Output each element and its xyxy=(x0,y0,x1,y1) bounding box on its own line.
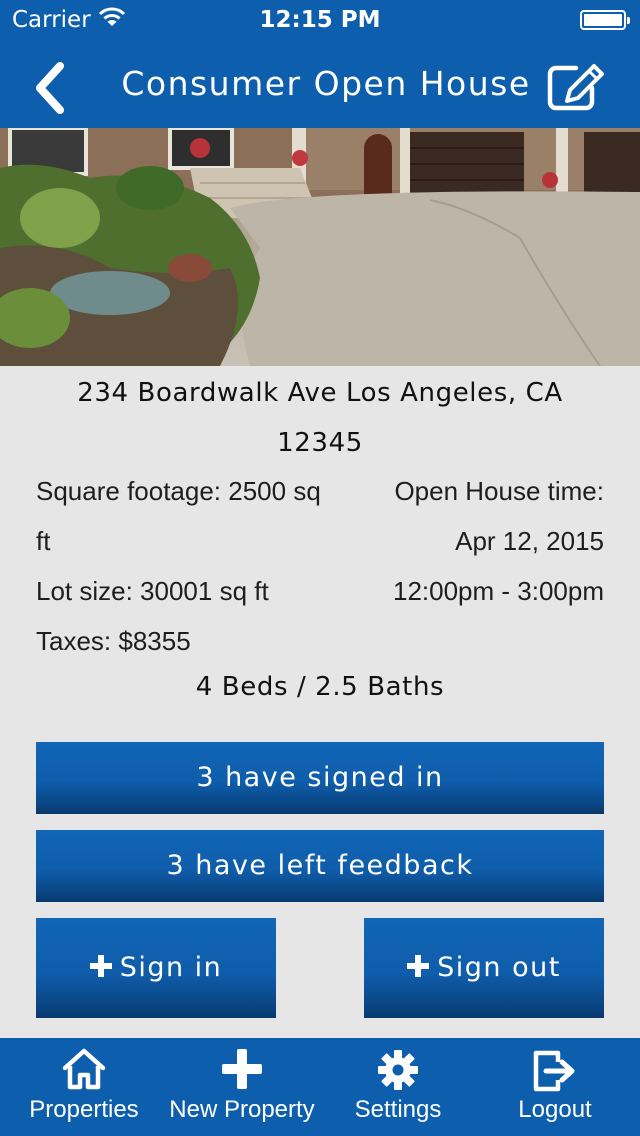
page-title: Consumer Open House xyxy=(121,64,531,103)
edit-button[interactable] xyxy=(546,62,608,112)
plus-icon xyxy=(89,955,112,977)
square-footage: Square footage: 2500 sq xyxy=(36,476,321,506)
status-time: 12:15 PM xyxy=(259,7,381,33)
tab-settings-label: Settings xyxy=(354,1096,442,1123)
tab-bar: Properties New Property Settings Logout xyxy=(0,1038,640,1136)
signed-in-button[interactable]: 3 have signed in xyxy=(36,742,604,814)
square-footage-unit: ft xyxy=(36,526,51,556)
property-photo xyxy=(0,128,640,366)
logout-icon xyxy=(532,1048,578,1098)
tab-new-property[interactable]: New Property xyxy=(168,1038,316,1136)
tab-properties-label: Properties xyxy=(29,1096,139,1123)
tab-logout[interactable]: Logout xyxy=(490,1038,620,1136)
open-house-time: Open House time: Apr 12, 2015 12:00pm - … xyxy=(334,466,604,616)
address-line2: 12345 xyxy=(277,428,363,458)
header: Carrier 12:15 PM Consumer Open House xyxy=(0,0,640,128)
sign-out-label: Sign out xyxy=(437,952,561,983)
battery-icon xyxy=(580,10,630,30)
feedback-button[interactable]: 3 have left feedback xyxy=(36,830,604,902)
tab-settings[interactable]: Settings xyxy=(330,1038,466,1136)
taxes: Taxes: $8355 xyxy=(36,626,191,656)
lot-size: Lot size: 30001 sq ft xyxy=(36,576,269,606)
open-house-date: Apr 12, 2015 xyxy=(455,526,604,556)
property-stats: Square footage: 2500 sq ft Lot size: 300… xyxy=(36,466,356,666)
tab-new-property-label: New Property xyxy=(169,1096,315,1123)
open-house-label: Open House time: xyxy=(394,476,604,506)
status-bar: Carrier 12:15 PM xyxy=(0,0,640,40)
gear-icon xyxy=(376,1048,420,1096)
beds-baths: 4 Beds / 2.5 Baths xyxy=(195,672,445,702)
signed-in-label: 3 have signed in xyxy=(196,762,444,793)
open-house-hours: 12:00pm - 3:00pm xyxy=(392,576,604,606)
edit-icon xyxy=(547,64,604,111)
sign-out-button[interactable]: Sign out xyxy=(364,918,604,1018)
address-line1: 234 Boardwalk Ave Los Angeles, CA xyxy=(77,378,563,408)
property-address: 234 Boardwalk Ave Los Angeles, CA 12345 xyxy=(40,368,600,468)
plus-icon xyxy=(221,1048,263,1094)
home-icon xyxy=(61,1048,107,1094)
sign-in-label: Sign in xyxy=(119,952,223,983)
tab-logout-label: Logout xyxy=(518,1096,592,1123)
sign-in-button[interactable]: Sign in xyxy=(36,918,276,1018)
tab-properties[interactable]: Properties xyxy=(0,1038,168,1136)
plus-icon xyxy=(407,955,430,977)
feedback-label: 3 have left feedback xyxy=(166,850,474,881)
